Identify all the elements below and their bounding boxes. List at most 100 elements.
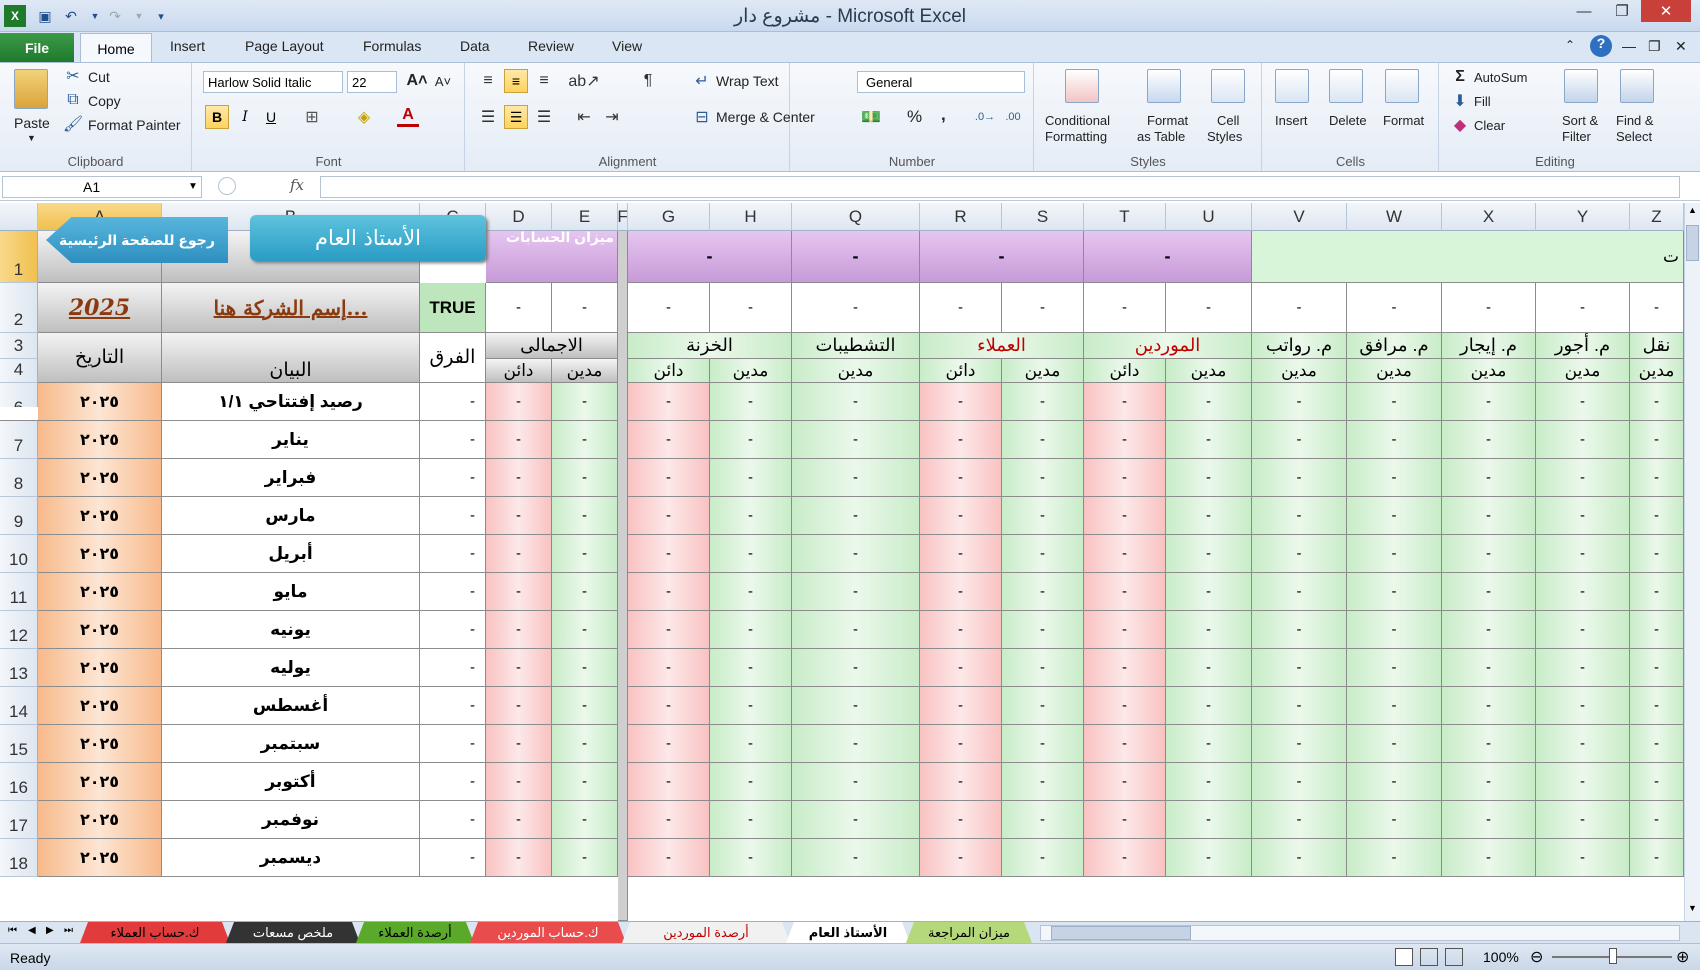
r1-green-span[interactable]: ت bbox=[1252, 231, 1684, 283]
val-row-8-col-9[interactable]: - bbox=[920, 687, 1002, 725]
val-row-9-col-16[interactable]: - bbox=[1536, 725, 1630, 763]
val-row-7-col-8[interactable]: - bbox=[792, 649, 920, 687]
val-row-12-col-16[interactable]: - bbox=[1536, 839, 1630, 877]
delete-cells-icon[interactable] bbox=[1329, 69, 1363, 103]
column-header-g[interactable]: G bbox=[628, 203, 710, 231]
val-row-2-col-7[interactable]: - bbox=[710, 459, 792, 497]
val-row-7-col-15[interactable]: - bbox=[1442, 649, 1536, 687]
font-name-select[interactable]: Harlow Solid Italic bbox=[203, 71, 343, 93]
val-row-3-col-8[interactable]: - bbox=[792, 497, 920, 535]
r2-cell-9[interactable]: - bbox=[920, 283, 1002, 333]
r4-debit-8[interactable]: مدين bbox=[792, 359, 920, 383]
diff-row-0[interactable]: - bbox=[420, 383, 486, 421]
val-row-12-col-8[interactable]: - bbox=[792, 839, 920, 877]
val-row-7-col-3[interactable]: - bbox=[486, 649, 552, 687]
vertical-scrollbar[interactable]: ▲ ▼ bbox=[1684, 203, 1700, 921]
row-header-16[interactable]: 16 bbox=[0, 763, 38, 801]
column-header-v[interactable]: V bbox=[1252, 203, 1347, 231]
format-painter-icon[interactable]: 🖌 bbox=[63, 115, 83, 133]
format-cells-icon[interactable] bbox=[1385, 69, 1419, 103]
date-row-8[interactable]: ٢٠٢٥ bbox=[38, 687, 162, 725]
val-row-5-col-10[interactable]: - bbox=[1002, 573, 1084, 611]
val-row-12-col-7[interactable]: - bbox=[710, 839, 792, 877]
val-row-1-col-9[interactable]: - bbox=[920, 421, 1002, 459]
val-row-5-col-4[interactable]: - bbox=[552, 573, 618, 611]
val-row-2-col-3[interactable]: - bbox=[486, 459, 552, 497]
r4-debit-13[interactable]: مدين bbox=[1252, 359, 1347, 383]
cell-styles-line2[interactable]: Styles bbox=[1207, 129, 1242, 144]
worksheet-grid[interactable]: ABCDEFGHQRSTUVWXYZ 123467891011121314151… bbox=[0, 203, 1684, 921]
val-row-3-col-13[interactable]: - bbox=[1252, 497, 1347, 535]
r4-debit-4[interactable]: مدين bbox=[552, 359, 618, 383]
val-row-9-col-9[interactable]: - bbox=[920, 725, 1002, 763]
column-header-h[interactable]: H bbox=[710, 203, 792, 231]
r4-credit-3[interactable]: دائن bbox=[486, 359, 552, 383]
r4-debit-16[interactable]: مدين bbox=[1536, 359, 1630, 383]
increase-indent-icon[interactable]: ⇥ bbox=[600, 105, 624, 129]
row-header-18[interactable]: 18 bbox=[0, 839, 38, 877]
rent-header[interactable]: م. إيجار bbox=[1442, 333, 1536, 359]
val-row-9-col-12[interactable]: - bbox=[1166, 725, 1252, 763]
r2-cell-15[interactable]: - bbox=[1442, 283, 1536, 333]
column-header-x[interactable]: X bbox=[1442, 203, 1536, 231]
val-row-7-col-6[interactable]: - bbox=[628, 649, 710, 687]
val-row-9-col-17[interactable]: - bbox=[1630, 725, 1684, 763]
diff-row-12[interactable]: - bbox=[420, 839, 486, 877]
val-row-0-col-10[interactable]: - bbox=[1002, 383, 1084, 421]
val-row-7-col-14[interactable]: - bbox=[1347, 649, 1442, 687]
val-row-11-col-11[interactable]: - bbox=[1084, 801, 1166, 839]
tab-view[interactable]: View bbox=[612, 38, 642, 54]
val-row-12-col-15[interactable]: - bbox=[1442, 839, 1536, 877]
val-row-1-col-3[interactable]: - bbox=[486, 421, 552, 459]
desc-header[interactable]: البيان bbox=[162, 333, 420, 383]
val-row-0-col-12[interactable]: - bbox=[1166, 383, 1252, 421]
val-row-11-col-7[interactable]: - bbox=[710, 801, 792, 839]
row-header-3[interactable]: 3 bbox=[0, 333, 38, 359]
val-row-10-col-3[interactable]: - bbox=[486, 763, 552, 801]
last-sheet-icon[interactable]: ⏭ bbox=[64, 925, 73, 936]
zoom-in-icon[interactable]: ⊕ bbox=[1676, 947, 1689, 967]
val-row-3-col-9[interactable]: - bbox=[920, 497, 1002, 535]
val-row-11-col-14[interactable]: - bbox=[1347, 801, 1442, 839]
paste-dropdown-icon[interactable]: ▼ bbox=[27, 133, 36, 143]
val-row-8-col-15[interactable]: - bbox=[1442, 687, 1536, 725]
restore-icon[interactable]: ❐ bbox=[1603, 0, 1641, 22]
prev-sheet-icon[interactable]: ◀ bbox=[28, 925, 36, 936]
diff-row-10[interactable]: - bbox=[420, 763, 486, 801]
val-row-3-col-15[interactable]: - bbox=[1442, 497, 1536, 535]
date-row-0[interactable]: ٢٠٢٥ bbox=[38, 383, 162, 421]
utilities-header[interactable]: م. مرافق bbox=[1347, 333, 1442, 359]
diff-row-9[interactable]: - bbox=[420, 725, 486, 763]
row-header-4[interactable]: 4 bbox=[0, 359, 38, 383]
date-header[interactable]: التاريخ bbox=[38, 333, 162, 383]
transport-header[interactable]: نقل bbox=[1630, 333, 1684, 359]
val-row-5-col-16[interactable]: - bbox=[1536, 573, 1630, 611]
find-select-line2[interactable]: Select bbox=[1616, 129, 1652, 144]
format-as-table-line1[interactable]: Format bbox=[1147, 113, 1188, 128]
val-row-5-col-9[interactable]: - bbox=[920, 573, 1002, 611]
sheet-tab-2[interactable]: أرصدة العملاء bbox=[356, 922, 474, 943]
column-header-y[interactable]: Y bbox=[1536, 203, 1630, 231]
first-sheet-icon[interactable]: ⏮ bbox=[8, 925, 17, 936]
val-row-8-col-7[interactable]: - bbox=[710, 687, 792, 725]
val-row-4-col-15[interactable]: - bbox=[1442, 535, 1536, 573]
align-right-icon[interactable]: ☰ bbox=[532, 105, 556, 129]
val-row-7-col-4[interactable]: - bbox=[552, 649, 618, 687]
val-row-8-col-3[interactable]: - bbox=[486, 687, 552, 725]
val-row-2-col-9[interactable]: - bbox=[920, 459, 1002, 497]
val-row-12-col-3[interactable]: - bbox=[486, 839, 552, 877]
date-row-10[interactable]: ٢٠٢٥ bbox=[38, 763, 162, 801]
val-row-11-col-8[interactable]: - bbox=[792, 801, 920, 839]
val-row-10-col-10[interactable]: - bbox=[1002, 763, 1084, 801]
currency-icon[interactable]: 💵 bbox=[859, 105, 883, 129]
r2-cell-10[interactable]: - bbox=[1002, 283, 1084, 333]
r2-cell-3[interactable]: - bbox=[486, 283, 552, 333]
cut-button[interactable]: Cut bbox=[88, 69, 110, 85]
val-row-3-col-11[interactable]: - bbox=[1084, 497, 1166, 535]
val-row-11-col-10[interactable]: - bbox=[1002, 801, 1084, 839]
format-painter-button[interactable]: Format Painter bbox=[88, 117, 181, 133]
column-header-s[interactable]: S bbox=[1002, 203, 1084, 231]
val-row-9-col-8[interactable]: - bbox=[792, 725, 920, 763]
row-header-2[interactable]: 2 bbox=[0, 283, 38, 333]
wrap-text-icon[interactable]: ↵ bbox=[692, 71, 712, 91]
